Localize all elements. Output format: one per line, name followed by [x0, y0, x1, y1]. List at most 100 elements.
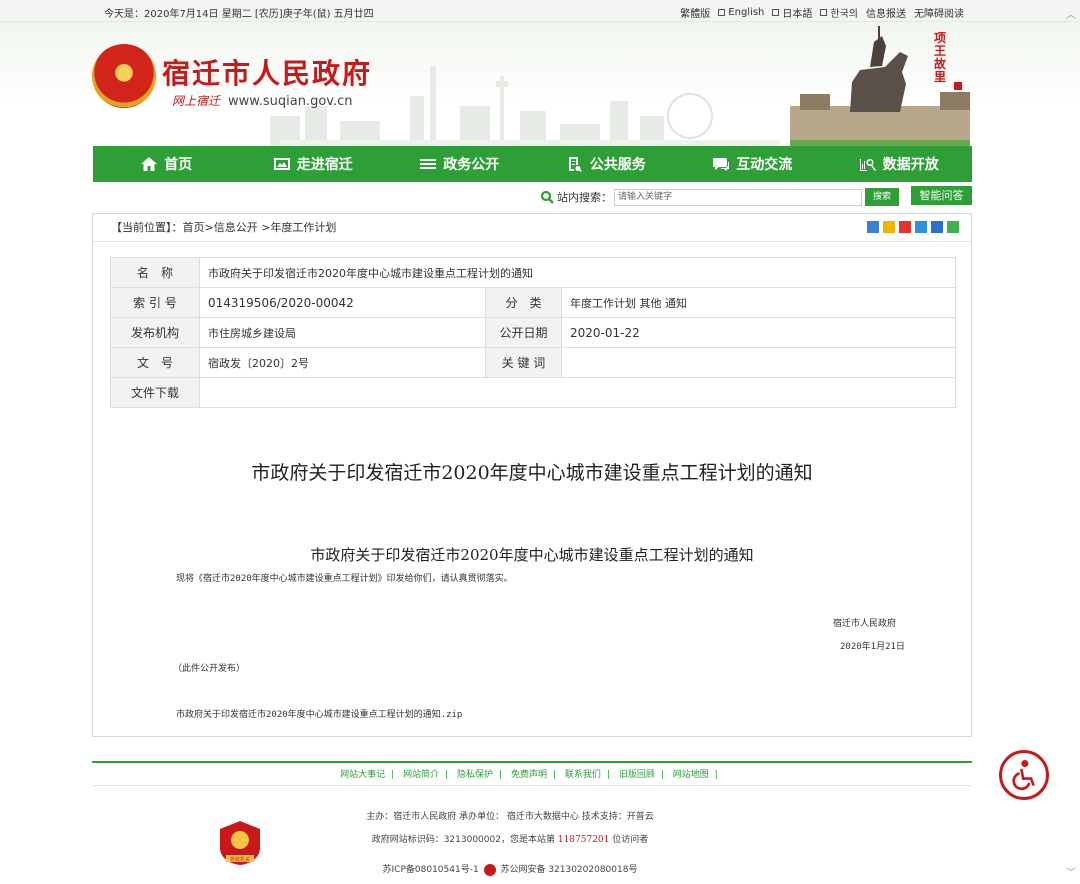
date-text: 今天是：2020年7月14日 星期二 [农历]庚子年(鼠) 五月廿四 — [104, 9, 374, 20]
nav-label: 互动交流 — [736, 157, 793, 173]
slogan-vertical-text: 项王故里 — [934, 31, 947, 84]
home-icon — [141, 157, 158, 171]
footer-links: 网站大事记 | 网站简介 | 隐私保护 | 免费声明 | 联系我们 | 旧版回顾 | 网站地… — [92, 766, 972, 786]
flag-icon — [718, 9, 726, 16]
nav-label: 政务公开 — [443, 157, 500, 173]
table-row: 文 号 宿政发〔2020〕2号 关 键 词 — [110, 347, 956, 378]
article-signature-org: 宿迁市人民政府 — [833, 619, 897, 629]
badge-text: 党政机关 — [230, 856, 250, 863]
share-bar — [867, 221, 959, 233]
table-row: 索 引 号 014319506/2020-00042 分 类 年度工作计划 其他… — [110, 287, 956, 318]
site-id-text: 政府网站标识码：3213000002，您是本站第 — [371, 835, 555, 845]
table-row: 文件下载 — [110, 377, 956, 408]
meta-label: 关 键 词 — [485, 347, 562, 378]
nav-item-interaction[interactable]: 互动交流 — [679, 146, 826, 182]
article-body: 现将《宿迁市2020年度中心城市建设重点工程计划》印发给你们，请认真贯彻落实。 — [176, 574, 513, 584]
nav-label: 首页 — [164, 157, 193, 173]
link-accessible-reading[interactable]: 无障碍阅读 — [914, 5, 964, 20]
scroll-down-icon[interactable]: ﹀ — [1066, 864, 1076, 879]
nav-item-home[interactable]: 首页 — [93, 146, 240, 182]
footer-link[interactable]: 网站大事记 — [340, 770, 385, 780]
footer-link[interactable]: 旧版回顾 — [619, 770, 655, 780]
share-wechat-icon[interactable] — [947, 221, 959, 233]
lang-korean[interactable]: 한국의 — [820, 5, 858, 20]
meta-value: 市住房城乡建设局 — [199, 317, 486, 348]
footer-link[interactable]: 隐私保护 — [457, 770, 493, 780]
article-subtitle: 市政府关于印发宿迁市2020年度中心城市建设重点工程计划的通知 — [310, 546, 754, 564]
search-button[interactable]: 搜索 — [865, 188, 899, 206]
share-renren-icon[interactable] — [931, 221, 943, 233]
smart-qa-button[interactable]: 智能问答 — [911, 186, 972, 205]
lang-japanese[interactable]: 日本語 — [772, 5, 812, 20]
breadcrumb-label: 【当前位置】 — [111, 221, 172, 234]
top-bar: 今天是：2020年7月14日 星期二 [农历]庚子年(鼠) 五月廿四 繁體版 E… — [0, 0, 1080, 22]
site-url: www.suqian.gov.cn — [228, 94, 353, 109]
footer-icp: 苏ICP备08010541号-1 苏公网安备 32130202080018号 — [300, 862, 720, 876]
site-search: 站内搜索： 请输入关键字 — [540, 188, 862, 206]
lang-traditional[interactable]: 繁體版 — [680, 5, 710, 20]
article-signature-date: 2020年1月21日 — [840, 642, 905, 652]
footer-divider — [92, 761, 972, 763]
footer-link[interactable]: 免费声明 — [511, 770, 547, 780]
share-qzone-icon[interactable] — [883, 221, 895, 233]
share-plus-icon[interactable] — [867, 221, 879, 233]
meta-value: 2020-01-22 — [561, 317, 956, 348]
site-handwriting: 网上宿迁 — [172, 94, 221, 108]
language-links: 繁體版 English 日本語 한국의 信息报送 无障碍阅读 — [680, 5, 964, 20]
meta-value: 市政府关于印发宿迁市2020年度中心城市建设重点工程计划的通知 — [199, 257, 956, 288]
meta-label: 名 称 — [110, 257, 200, 288]
visit-count: 118757201 — [557, 835, 610, 845]
search-input[interactable]: 请输入关键字 — [614, 188, 862, 206]
main-nav: 首页 走进宿迁 政务公开 公共服务 互动交流 数据开放 — [93, 146, 972, 182]
chart-search-icon — [859, 159, 876, 171]
content-panel: 【当前位置】：首页>信息公开 >年度工作计划 名 称 市政府关于印发宿迁市202… — [92, 213, 972, 737]
accessibility-icon[interactable] — [999, 750, 1049, 800]
flag-icon — [772, 9, 780, 16]
meta-label: 发布机构 — [110, 317, 200, 348]
red-seal-icon — [954, 82, 962, 90]
visitor-text: 位访问者 — [612, 835, 649, 845]
meta-value — [199, 377, 956, 408]
nav-item-open-data[interactable]: 数据开放 — [826, 146, 973, 182]
footer-link[interactable]: 联系我们 — [565, 770, 601, 780]
document-meta-table: 名 称 市政府关于印发宿迁市2020年度中心城市建设重点工程计划的通知 索 引 … — [110, 257, 956, 408]
lang-english[interactable]: English — [718, 5, 764, 20]
article-note: （此件公开发布） — [173, 664, 246, 674]
nav-item-gov-affairs[interactable]: 政务公开 — [386, 146, 533, 182]
police-record[interactable]: 苏公网安备 32130202080018号 — [500, 865, 637, 875]
breadcrumb-path[interactable]: ：首页>信息公开 >年度工作计划 — [172, 221, 337, 234]
meta-value: 年度工作计划 其他 通知 — [561, 287, 956, 318]
table-row: 发布机构 市住房城乡建设局 公开日期 2020-01-22 — [110, 317, 956, 348]
search-icon — [540, 190, 554, 204]
nav-label: 公共服务 — [589, 157, 646, 173]
site-url-line: 网上宿迁 www.suqian.gov.cn — [172, 92, 352, 109]
site-header: 宿迁市人民政府 网上宿迁 www.suqian.gov.cn 项王故里 — [0, 22, 1080, 146]
meta-label: 公开日期 — [485, 317, 562, 348]
table-row: 名 称 市政府关于印发宿迁市2020年度中心城市建设重点工程计划的通知 — [110, 257, 956, 288]
police-badge-icon — [483, 863, 496, 876]
icp-number[interactable]: 苏ICP备08010541号-1 — [383, 865, 479, 875]
nav-item-public-service[interactable]: 公共服务 — [533, 146, 680, 182]
link-info-report[interactable]: 信息报送 — [866, 5, 906, 20]
nav-item-about[interactable]: 走进宿迁 — [240, 146, 387, 182]
footer-sponsor: 主办：宿迁市人民政府 承办单位： 宿迁市大数据中心 技术支持：开普云 — [366, 812, 654, 822]
meta-value — [561, 347, 956, 378]
party-gov-badge-icon[interactable]: 党政机关 — [218, 820, 262, 866]
meta-label: 索 引 号 — [110, 287, 200, 318]
share-tencent-icon[interactable] — [915, 221, 927, 233]
search-label: 站内搜索： — [557, 191, 612, 204]
scroll-up-icon[interactable]: ︿ — [1066, 6, 1076, 21]
meta-value: 宿政发〔2020〕2号 — [199, 347, 486, 378]
nav-label: 走进宿迁 — [296, 157, 353, 173]
list-icon — [420, 159, 437, 169]
share-weibo-icon[interactable] — [899, 221, 911, 233]
meta-label: 文件下载 — [110, 377, 200, 408]
footer-link[interactable]: 网站简介 — [403, 770, 439, 780]
footer-link[interactable]: 网站地图 — [673, 770, 709, 780]
picture-icon — [273, 158, 290, 170]
nav-label: 数据开放 — [882, 157, 939, 173]
document-icon — [568, 157, 582, 172]
attachment-link[interactable]: 市政府关于印发宿迁市2020年度中心城市建设重点工程计划的通知.zip — [176, 707, 462, 720]
site-name[interactable]: 宿迁市人民政府 — [162, 52, 372, 92]
chat-icon — [713, 158, 730, 171]
